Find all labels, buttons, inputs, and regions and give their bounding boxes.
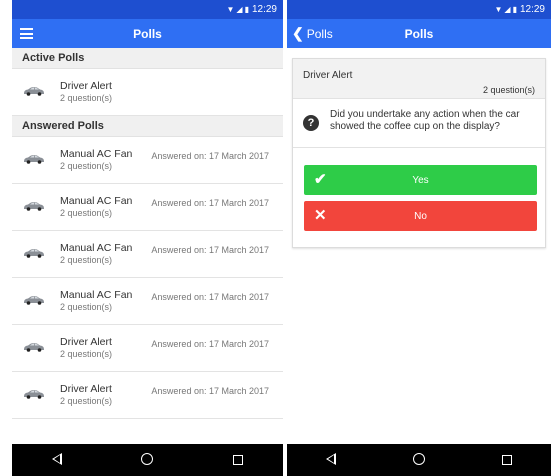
poll-name: Manual AC Fan <box>60 242 133 254</box>
android-nav-bar <box>12 444 283 476</box>
poll-answered-date: Answered on: 17 March 2017 <box>151 386 269 396</box>
home-circle-icon[interactable] <box>127 452 167 468</box>
app-bar: ❮ Polls Polls <box>287 19 551 48</box>
back-triangle-icon[interactable] <box>37 452 77 468</box>
back-label: Polls <box>306 26 333 41</box>
car-icon <box>24 249 44 258</box>
back-triangle-icon[interactable] <box>311 452 351 468</box>
answered-polls-list: Manual AC Fan 2 question(s) Answered on: 1… <box>12 137 283 419</box>
poll-detail-screen: ▼ ◢ ▮ 12:29 ❮ Polls Polls Driver Alert 2… <box>287 0 551 476</box>
poll-question-count: 2 question(s) <box>60 208 113 218</box>
no-button[interactable]: ✕ No <box>304 201 537 231</box>
menu-icon[interactable] <box>20 28 33 39</box>
status-bar: ▼ ◢ ▮ 12:29 <box>12 0 283 19</box>
poll-answered-date: Answered on: 17 March 2017 <box>151 339 269 349</box>
poll-answered-date: Answered on: 17 March 2017 <box>151 292 269 302</box>
poll-name: Manual AC Fan <box>60 148 133 160</box>
yes-button[interactable]: ✔ Yes <box>304 165 537 195</box>
recents-square-icon[interactable] <box>218 453 258 468</box>
status-icons: ▼ ◢ ▮ <box>226 5 250 14</box>
question-row: ? Did you undertake any action when the … <box>293 99 545 148</box>
poll-name: Manual AC Fan <box>60 195 133 207</box>
poll-card: Driver Alert 2 question(s) ? Did you und… <box>292 58 546 248</box>
car-icon <box>24 155 44 164</box>
question-mark-icon: ? <box>303 115 319 131</box>
page-title: Polls <box>404 26 434 41</box>
poll-card-header: Driver Alert 2 question(s) <box>293 59 545 99</box>
poll-question-count: 2 question(s) <box>60 93 113 103</box>
car-icon <box>24 202 44 211</box>
poll-question-count: 2 question(s) <box>60 396 113 406</box>
car-icon <box>24 87 44 96</box>
car-icon <box>24 390 44 399</box>
signal-icon: ◢ <box>504 5 510 14</box>
active-polls-list: Driver Alert 2 question(s) <box>12 69 283 116</box>
poll-list-item[interactable]: Manual AC Fan 2 question(s) Answered on: 1… <box>12 278 283 325</box>
home-circle-icon[interactable] <box>399 452 439 468</box>
answered-polls-header: Answered Polls <box>12 116 283 137</box>
battery-icon: ▮ <box>512 5 518 14</box>
poll-list-item[interactable]: Manual AC Fan 2 question(s) Answered on: 1… <box>12 231 283 278</box>
poll-answered-date: Answered on: 17 March 2017 <box>151 245 269 255</box>
question-text: Did you undertake any action when the ca… <box>330 109 520 132</box>
app-bar: Polls <box>12 19 283 48</box>
battery-icon: ▮ <box>244 5 250 14</box>
back-button[interactable]: ❮ Polls <box>292 19 333 48</box>
poll-list-item[interactable]: Driver Alert 2 question(s) Answered on: 17… <box>12 372 283 419</box>
wifi-icon: ▼ <box>226 5 234 14</box>
page-title: Polls <box>133 26 162 41</box>
poll-list-item[interactable]: Manual AC Fan 2 question(s) Answered on: 1… <box>12 184 283 231</box>
signal-icon: ◢ <box>236 5 242 14</box>
poll-question-count: 2 question(s) <box>60 302 113 312</box>
poll-name: Driver Alert <box>60 336 112 348</box>
poll-answered-date: Answered on: 17 March 2017 <box>151 151 269 161</box>
poll-list-item[interactable]: Manual AC Fan 2 question(s) Answered on: 1… <box>12 137 283 184</box>
chevron-left-icon: ❮ <box>292 25 304 41</box>
poll-name: Manual AC Fan <box>60 289 133 301</box>
checkmark-icon: ✔ <box>314 171 327 188</box>
poll-list-item[interactable]: Driver Alert 2 question(s) <box>12 69 283 116</box>
status-time: 12:29 <box>519 4 545 15</box>
poll-question-count: 2 question(s) <box>60 349 113 359</box>
android-nav-bar <box>287 444 551 476</box>
status-bar: ▼ ◢ ▮ 12:29 <box>287 0 551 19</box>
poll-name: Driver Alert <box>60 383 112 395</box>
recents-square-icon[interactable] <box>487 453 527 468</box>
status-icons: ▼ ◢ ▮ <box>494 5 518 14</box>
car-icon <box>24 296 44 305</box>
close-icon: ✕ <box>314 207 327 224</box>
no-label: No <box>414 210 427 222</box>
active-polls-header: Active Polls <box>12 48 283 69</box>
car-icon <box>24 343 44 352</box>
poll-name: Driver Alert <box>60 80 112 92</box>
screenshot-stage: ▼ ◢ ▮ 12:29 Polls Active Polls Driver Al… <box>0 0 551 476</box>
poll-title: Driver Alert <box>303 70 353 81</box>
yes-label: Yes <box>412 174 429 186</box>
status-time: 12:29 <box>251 4 277 15</box>
poll-question-count: 2 question(s) <box>60 255 113 265</box>
poll-question-count: 2 question(s) <box>482 85 535 95</box>
poll-list-item[interactable]: Driver Alert 2 question(s) Answered on: 17… <box>12 325 283 372</box>
wifi-icon: ▼ <box>494 5 502 14</box>
polls-list-screen: ▼ ◢ ▮ 12:29 Polls Active Polls Driver Al… <box>12 0 283 476</box>
poll-answered-date: Answered on: 17 March 2017 <box>151 198 269 208</box>
poll-question-count: 2 question(s) <box>60 161 113 171</box>
